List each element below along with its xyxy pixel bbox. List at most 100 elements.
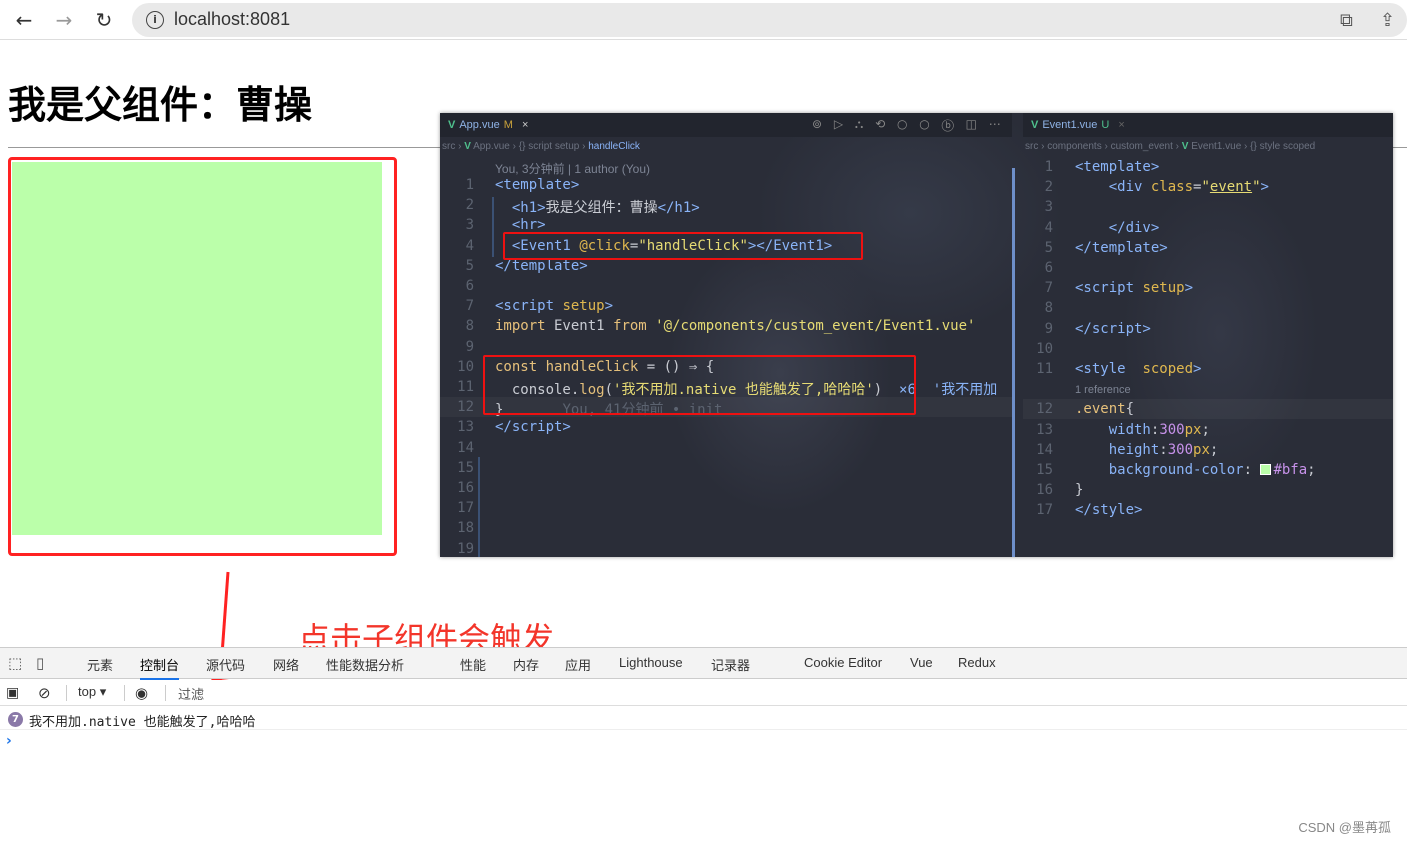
tab-app-vue[interactable]: V App.vue M ×	[440, 113, 536, 137]
address-bar[interactable]: i localhost:8081 ⧉ ⇪	[132, 3, 1407, 37]
editor-split-divider[interactable]	[1012, 168, 1015, 557]
code-line[interactable]: <hr>	[495, 217, 546, 233]
sidebar-toggle-icon[interactable]: ▣	[6, 684, 19, 701]
devtools-tab[interactable]: 源代码	[206, 655, 245, 674]
page-title: 我是父组件：曹操	[8, 83, 313, 127]
code-line[interactable]: <h1>我是父组件：曹操</h1>	[495, 197, 700, 217]
line-number: 17	[457, 500, 474, 517]
breadcrumb-item[interactable]: App.vue	[473, 141, 510, 152]
code-line[interactable]: <style scoped>	[1075, 361, 1201, 377]
code-line[interactable]: </style>	[1075, 502, 1142, 518]
code-line[interactable]: </template>	[1075, 240, 1168, 256]
breadcrumb-item[interactable]: {} style scoped	[1250, 141, 1315, 152]
editor-toolbar-icons[interactable]: ⊚ ▷ ⛬ ⟲ ○ ○ ⓑ ◫ ⋯	[812, 117, 1005, 132]
devtools-tab[interactable]: Lighthouse	[619, 655, 683, 670]
line-number: 13	[457, 419, 474, 436]
reload-icon[interactable]: ↻	[92, 8, 116, 32]
code-line[interactable]: 1 reference	[1075, 381, 1131, 397]
context-select[interactable]: top ▾	[78, 684, 106, 700]
console-prompt[interactable]: ›	[6, 733, 12, 749]
devtools-tab[interactable]: Redux	[958, 655, 996, 670]
devtools-tab[interactable]: 网络	[273, 655, 299, 674]
devtools-tab[interactable]: Cookie Editor	[804, 655, 882, 670]
context-value: top	[78, 684, 97, 699]
console-log-entry[interactable]: 7 我不用加.native 也能触发了,哈哈哈	[0, 708, 1407, 730]
tab-event1-vue[interactable]: V Event1.vue U ×	[1023, 113, 1133, 137]
code-line[interactable]: </div>	[1075, 220, 1160, 236]
line-number: 6	[1044, 260, 1053, 276]
code-line[interactable]: <script setup>	[1075, 280, 1193, 296]
devtools-tab[interactable]: 记录器	[711, 655, 750, 674]
separator	[124, 685, 125, 701]
line-number: 16	[1036, 482, 1053, 499]
codelens-blame[interactable]: You, 3分钟前 | 1 author (You)	[495, 160, 650, 177]
code-line[interactable]: <template>	[1075, 159, 1159, 175]
back-arrow-icon[interactable]: ←	[12, 8, 36, 32]
line-number: 14	[1036, 441, 1053, 458]
url-text[interactable]: localhost:8081	[174, 9, 290, 30]
line-number: 5	[465, 257, 474, 274]
devtools-tab[interactable]: 应用	[565, 655, 591, 674]
open-external-icon[interactable]: ⧉	[1340, 10, 1353, 31]
breadcrumb-item[interactable]: components	[1047, 141, 1101, 152]
editor-tabbar: V App.vue M × ⊚ ▷ ⛬ ⟲ ○ ○ ⓑ ◫ ⋯	[440, 113, 1012, 137]
line-number: 15	[457, 459, 474, 476]
code-line[interactable]: height:300px;	[1075, 442, 1219, 458]
separator	[66, 685, 67, 701]
devtools-tab[interactable]: 控制台	[140, 655, 180, 680]
devtools-tab[interactable]: 性能	[460, 655, 486, 674]
line-number: 3	[1044, 199, 1053, 216]
share-icon[interactable]: ⇪	[1380, 10, 1395, 31]
child-component-event1[interactable]	[12, 162, 382, 535]
console-toolbar: ▣ ⊘ top ▾ ◉ 过滤	[0, 680, 1407, 706]
untracked-badge: U	[1101, 119, 1110, 131]
editor-pane-event1-vue: V Event1.vue U × src › components › custom…	[1023, 113, 1393, 557]
devtools-tab[interactable]: 元素	[87, 655, 113, 674]
breadcrumb-item[interactable]: src	[1025, 141, 1038, 152]
close-icon[interactable]: ×	[522, 119, 528, 131]
line-number: 3	[465, 217, 474, 234]
inspect-element-icon[interactable]: ⬚	[8, 654, 22, 672]
filter-input[interactable]: 过滤	[178, 684, 204, 703]
tab-label: App.vue	[459, 119, 500, 131]
code-line[interactable]: <div class="event">	[1075, 179, 1269, 195]
breadcrumb-item[interactable]: {} script setup	[519, 141, 580, 152]
code-line[interactable]: </script>	[495, 419, 571, 435]
code-line[interactable]: }	[1075, 482, 1083, 498]
line-number: 15	[1036, 462, 1053, 478]
line-number: 12	[457, 399, 474, 416]
vue-file-icon: V	[448, 119, 456, 131]
line-number: 11	[1036, 361, 1053, 377]
line-number: 7	[465, 298, 474, 315]
devtools-tabbar: ⬚ ▯ 元素 控制台 源代码 网络 性能数据分析 性能 内存 应用 Lighthouse 记录器 C…	[0, 647, 1407, 680]
breadcrumb-item[interactable]: Event1.vue	[1191, 141, 1241, 152]
devtools-tab[interactable]: Vue	[910, 655, 933, 670]
code-line[interactable]: <template>	[495, 177, 579, 193]
devtools-tab[interactable]: 内存	[513, 655, 539, 674]
forward-arrow-icon[interactable]: →	[52, 8, 76, 32]
code-line[interactable]: </template>	[495, 258, 588, 274]
breadcrumb-item[interactable]: handleClick	[588, 141, 640, 152]
editor-tabbar: V Event1.vue U ×	[1023, 113, 1393, 137]
highlight-box-handleclick	[483, 355, 916, 415]
code-line[interactable]: import Event1 from '@/components/custom_…	[495, 318, 975, 334]
devtools-tab[interactable]: 性能数据分析	[326, 655, 404, 674]
separator	[165, 685, 166, 701]
code-line[interactable]: width:300px;	[1075, 422, 1210, 438]
code-line[interactable]: .event{	[1075, 401, 1134, 417]
indent-guide	[492, 197, 494, 257]
close-icon[interactable]: ×	[1118, 119, 1124, 131]
vue-file-icon: V	[1031, 119, 1039, 131]
live-expression-eye-icon[interactable]: ◉	[135, 684, 148, 702]
breadcrumb-item[interactable]: src	[442, 141, 455, 152]
code-line[interactable]: background-color: #bfa;	[1075, 462, 1316, 478]
breadcrumb: src › components › custom_event › V Even…	[1025, 141, 1316, 152]
device-toolbar-icon[interactable]: ▯	[36, 654, 44, 672]
line-number: 8	[465, 318, 474, 335]
site-info-icon[interactable]: i	[146, 11, 164, 29]
code-line[interactable]: <script setup>	[495, 298, 613, 314]
clear-console-icon[interactable]: ⊘	[38, 684, 51, 702]
line-number: 9	[1044, 320, 1053, 337]
breadcrumb-item[interactable]: custom_event	[1111, 141, 1173, 152]
code-line[interactable]: </script>	[1075, 321, 1151, 337]
